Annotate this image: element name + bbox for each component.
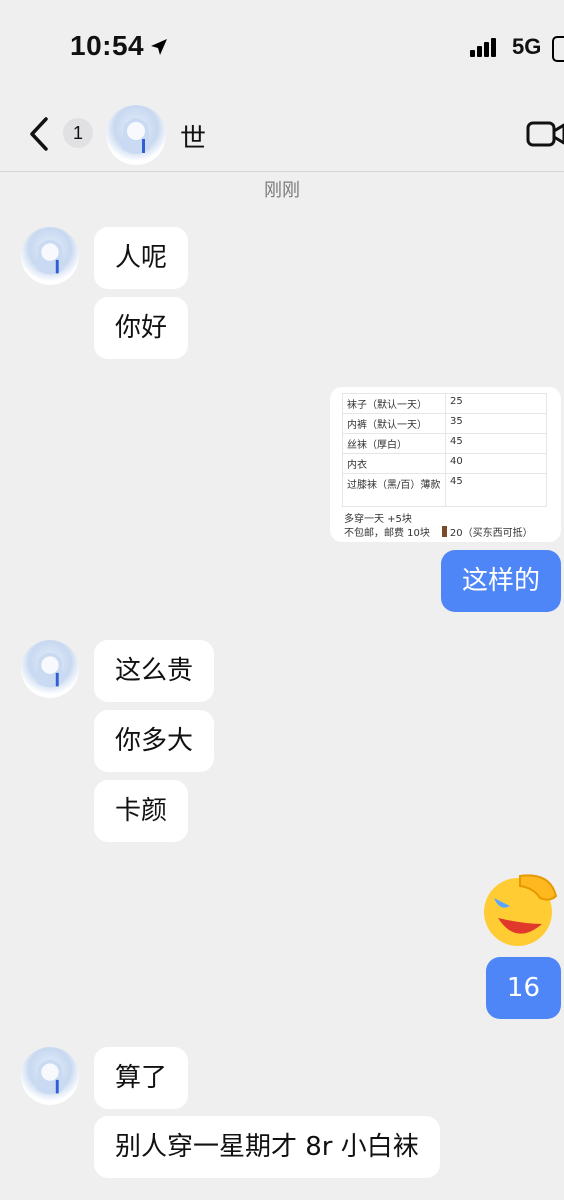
message-bubble-incoming[interactable]: 卡颜 xyxy=(94,780,189,842)
table-row: 内衣 40 xyxy=(342,453,547,474)
table-row: 过膝袜（黑/百）薄款 45 xyxy=(342,473,547,507)
price-list-image[interactable]: 袜子（默认一天） 25 内裤（默认一天） 35 丝袜（厚白） 45 内衣 40 过膝袜（… xyxy=(330,387,561,542)
message-bubble-outgoing[interactable]: 这样的 xyxy=(440,550,561,612)
price-note-row: 不包邮，邮费 10块 20（买东西可抵） xyxy=(344,524,533,539)
location-arrow-icon xyxy=(151,39,167,55)
price-note: 多穿一天 +5块 xyxy=(344,514,412,525)
contact-name[interactable]: 世 xyxy=(180,118,206,155)
price-table: 袜子（默认一天） 25 内裤（默认一天） 35 丝袜（厚白） 45 内衣 40 过膝袜（… xyxy=(342,393,547,507)
contact-avatar[interactable] xyxy=(106,105,166,165)
battery-icon xyxy=(552,36,564,62)
table-row: 丝袜（厚白） 45 xyxy=(342,433,547,454)
facepalm-laugh-emoji[interactable] xyxy=(480,868,562,950)
video-call-icon[interactable] xyxy=(526,118,564,150)
signal-icon xyxy=(470,38,498,57)
message-bubble-outgoing[interactable]: 16 xyxy=(485,957,561,1019)
shipping-note: 不包邮，邮费 10块 xyxy=(344,528,430,539)
message-bubble-incoming[interactable]: 别人穿一星期才 8r 小白袜 xyxy=(94,1116,440,1178)
deposit-note: 20（买东西可抵） xyxy=(449,528,533,539)
message-bubble-incoming[interactable]: 你好 xyxy=(94,297,189,359)
sender-avatar[interactable] xyxy=(21,640,79,698)
message-bubble-incoming[interactable]: 这么贵 xyxy=(94,640,215,702)
deposit-marker-icon xyxy=(441,526,447,537)
message-bubble-incoming[interactable]: 算了 xyxy=(94,1047,189,1109)
message-timestamp: 刚刚 xyxy=(264,180,300,201)
back-chevron-icon[interactable] xyxy=(26,116,52,152)
unread-badge[interactable]: 1 xyxy=(63,118,93,148)
message-bubble-incoming[interactable]: 你多大 xyxy=(94,710,215,772)
sender-avatar[interactable] xyxy=(21,1047,79,1105)
table-row: 内裤（默认一天） 35 xyxy=(342,413,547,434)
status-time: 10:54 xyxy=(70,30,145,61)
sender-avatar[interactable] xyxy=(21,227,79,285)
network-type: 5G xyxy=(512,34,542,59)
message-bubble-incoming[interactable]: 人呢 xyxy=(94,227,189,289)
header-divider xyxy=(0,171,564,172)
table-row: 袜子（默认一天） 25 xyxy=(342,393,547,414)
